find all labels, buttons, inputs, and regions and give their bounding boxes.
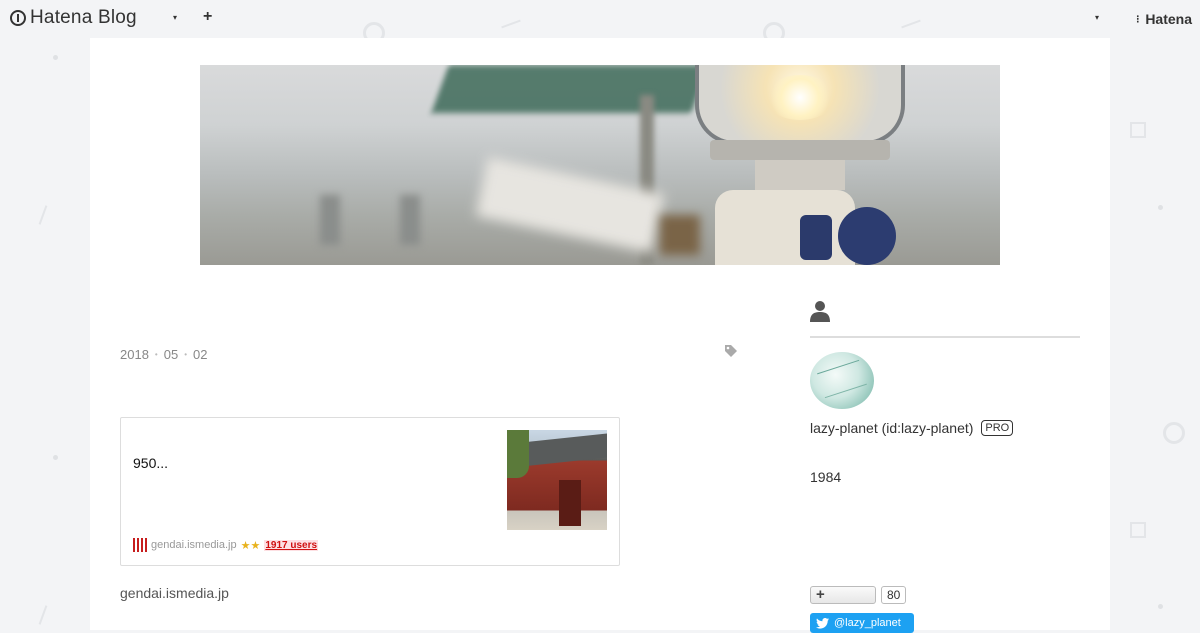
background-square-decoration [1130, 122, 1146, 138]
background-dot-decoration [1158, 604, 1163, 609]
profile-username: lazy-planet (id:lazy-planet) PRO [810, 420, 1014, 436]
twitter-handle: @lazy_planet [834, 617, 901, 629]
entry-date[interactable]: 2018 • 05 • 02 [120, 347, 207, 362]
blog-menu-chevron-down-icon[interactable]: ▾ [173, 13, 177, 22]
hatena-label: Hatena [1145, 11, 1192, 27]
background-line-decoration [38, 205, 48, 225]
profile-description: 1984 [810, 469, 842, 485]
twitter-follow-button[interactable]: @lazy_planet [810, 613, 914, 633]
entry-date-year: 2018 [120, 347, 149, 362]
link-embed-card[interactable]: 950... gendai.ismedia.jp ★★ 1917 users [120, 417, 620, 566]
background-dot-decoration [53, 55, 58, 60]
hatena-blog-logo[interactable]: Hatena Blog [10, 7, 137, 29]
date-separator: • [184, 350, 188, 359]
background-dot-decoration [1158, 205, 1163, 210]
hatena-account-link[interactable]: ⋮ Hatena [1133, 11, 1192, 27]
background-circle-decoration [1163, 422, 1185, 444]
hatena-logo-icon [10, 10, 26, 26]
avatar[interactable] [810, 352, 874, 409]
entry-date-day: 02 [193, 347, 208, 362]
bookmark-users-count[interactable]: 1917 users [264, 539, 319, 551]
background-square-decoration [1130, 522, 1146, 538]
new-post-plus-icon[interactable]: + [203, 8, 212, 26]
blog-header-image[interactable] [200, 65, 1000, 265]
tag-icon[interactable] [724, 344, 738, 358]
star-icon: ★★ [240, 539, 261, 552]
follower-count: 80 [881, 586, 907, 604]
follow-button[interactable]: + [810, 586, 876, 604]
account-menu-chevron-down-icon[interactable]: ▾ [1095, 13, 1099, 22]
background-dot-decoration [53, 455, 58, 460]
twitter-bird-icon [816, 617, 829, 629]
embed-card-title[interactable]: 950... [133, 455, 168, 471]
source-link[interactable]: gendai.ismedia.jp [120, 585, 229, 601]
brand-name: Hatena Blog [30, 7, 137, 28]
profile-id-link[interactable]: lazy-planet (id:lazy-planet) [810, 420, 973, 436]
user-icon [810, 301, 830, 322]
entry-date-month: 05 [163, 347, 179, 362]
embed-card-thumbnail[interactable] [507, 430, 607, 530]
plus-icon: + [816, 586, 825, 603]
global-header: Hatena Blog ▾ + ▾ ⋮ Hatena [0, 0, 1200, 38]
embed-card-domain[interactable]: gendai.ismedia.jp [151, 539, 237, 551]
hatena-small-logo-icon: ⋮ [1133, 13, 1143, 24]
pro-badge[interactable]: PRO [981, 420, 1014, 436]
background-line-decoration [38, 605, 48, 625]
site-favicon-icon [133, 538, 147, 552]
date-separator: • [154, 350, 158, 359]
embed-card-meta: gendai.ismedia.jp ★★ 1917 users [133, 538, 319, 552]
profile-module-header [810, 298, 1080, 338]
